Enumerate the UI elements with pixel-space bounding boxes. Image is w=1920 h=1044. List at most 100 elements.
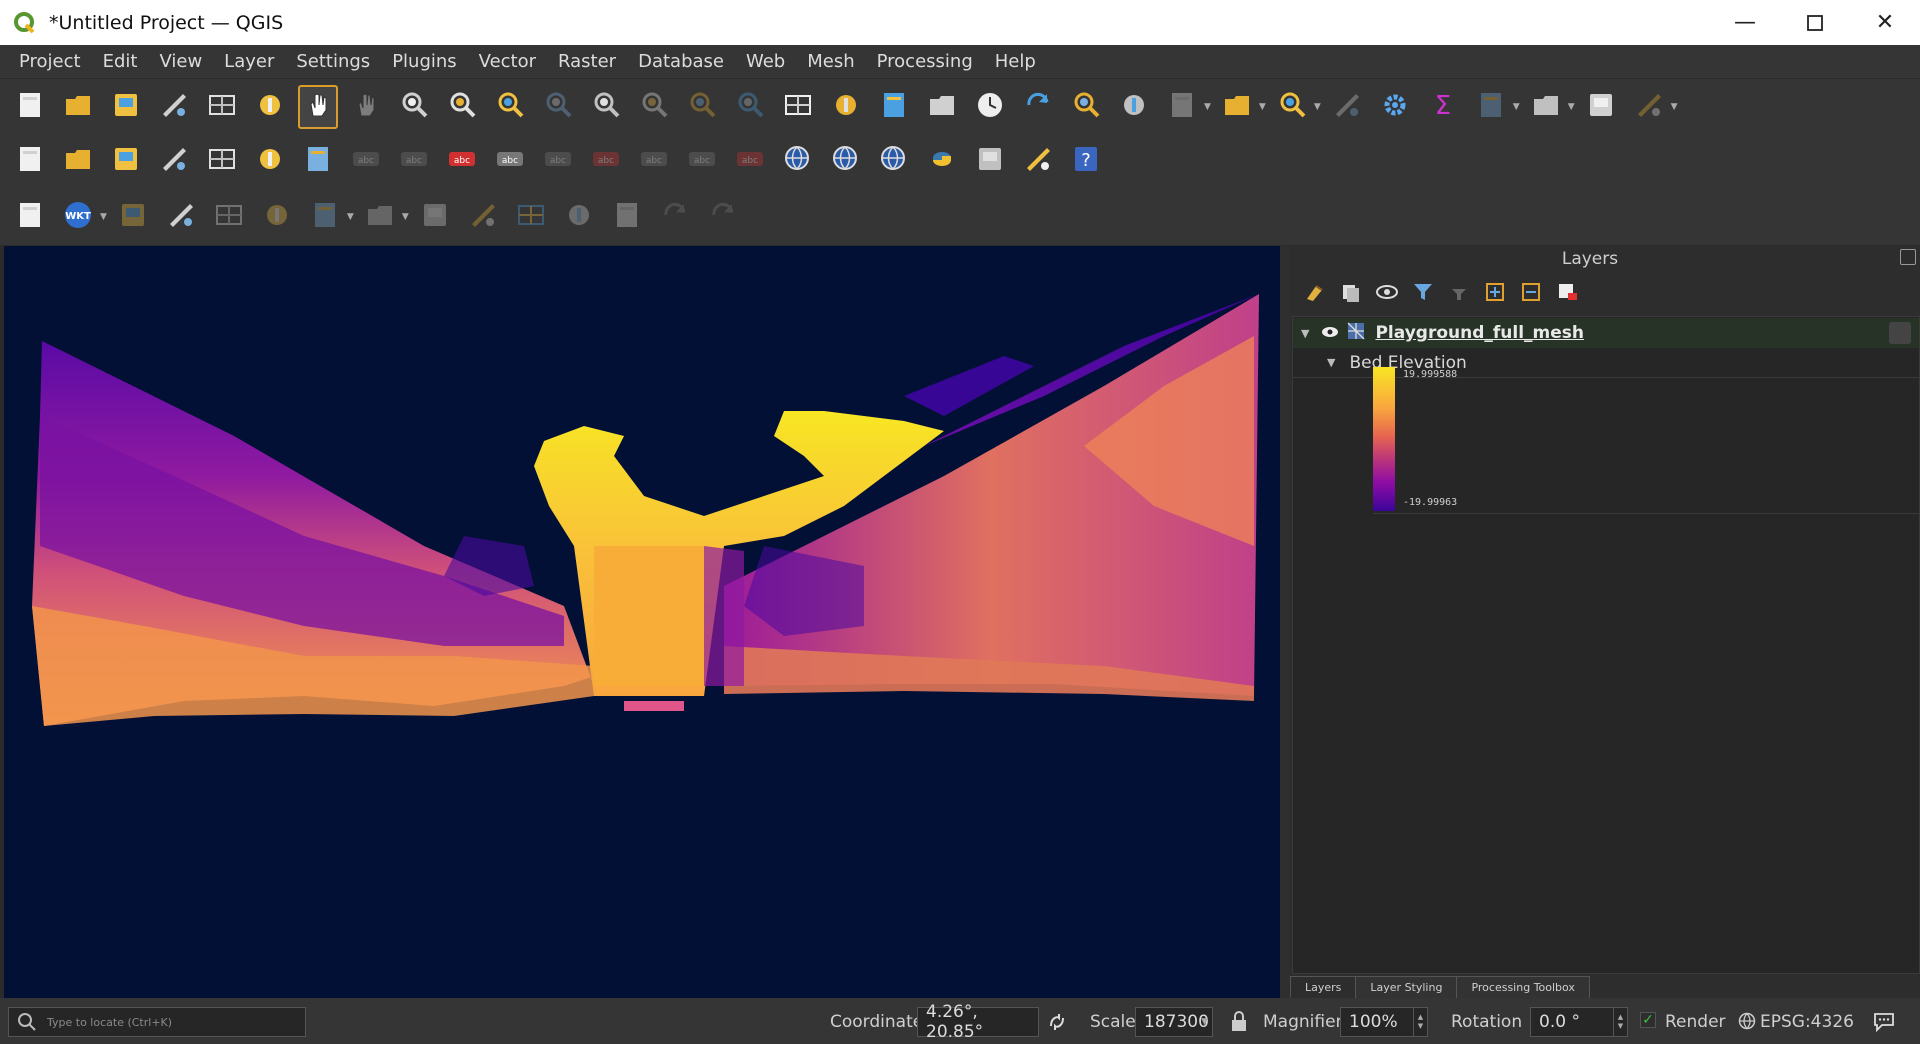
label-rotate-button[interactable]: abc [586,139,626,183]
crs-button[interactable]: EPSG:4326 [1760,1007,1854,1037]
dropdown-caret-icon[interactable]: ▼ [402,212,409,222]
label-highlight-button[interactable]: abc [442,139,482,183]
menu-plugins[interactable]: Plugins [381,45,467,79]
filter-expression-icon[interactable] [1444,277,1474,307]
lock-scale-icon[interactable] [1230,1010,1248,1037]
menu-view[interactable]: View [148,45,213,79]
minimize-button[interactable]: — [1710,0,1780,45]
dropdown-caret-icon[interactable]: ▼ [1204,102,1211,112]
deselect-all-button[interactable] [1162,85,1202,129]
render-checkbox[interactable]: ✓ [1640,1012,1656,1028]
add-vertices-button[interactable] [305,195,345,239]
save-edits-button[interactable] [209,195,249,239]
tab-layer-styling[interactable]: Layer Styling [1355,976,1458,998]
zoom-in-button[interactable] [394,85,434,129]
copy-features-button[interactable] [559,195,599,239]
menu-raster[interactable]: Raster [547,45,627,79]
locator-input[interactable]: Type to locate (Ctrl+K) [8,1007,306,1037]
wms-button[interactable] [778,139,818,183]
style-manager-button[interactable] [250,85,290,129]
remove-layer-icon[interactable] [1552,277,1582,307]
map-tips-button[interactable] [1581,85,1621,129]
new-project-button[interactable] [10,85,50,129]
sum-button[interactable]: Σ [1423,85,1463,129]
wkt-button[interactable] [1018,139,1058,183]
menu-layer[interactable]: Layer [213,45,285,79]
edit-pencil-button[interactable] [113,195,153,239]
settings-gear-button[interactable] [1375,85,1415,129]
label-red-button[interactable]: abc [490,139,530,183]
pan-button[interactable] [298,85,338,129]
zoom-out-button[interactable] [442,85,482,129]
manage-visibility-icon[interactable] [1372,277,1402,307]
paste-features-button[interactable] [607,195,647,239]
collapse-arrow-icon[interactable]: ▼ [1327,356,1335,369]
scale-combo[interactable]: 187300 ▼ [1135,1007,1213,1037]
add-point-button[interactable] [106,139,146,183]
zoom-last-button[interactable] [682,85,722,129]
dropdown-caret-icon[interactable]: ▼ [100,212,107,222]
add-grid-button[interactable] [250,139,290,183]
close-window-button[interactable]: ✕ [1850,0,1920,45]
dropdown-caret-icon[interactable]: ▼ [1671,102,1678,112]
maximize-button[interactable] [1780,0,1850,45]
zoom-next-button[interactable] [730,85,770,129]
map-canvas[interactable] [4,246,1280,998]
digitize-button[interactable] [154,139,194,183]
float-panel-icon[interactable] [1900,249,1916,265]
show-bookmarks-button[interactable] [922,85,962,129]
tab-processing-toolbox[interactable]: Processing Toolbox [1456,976,1590,998]
collapse-all-icon[interactable] [1516,277,1546,307]
identify-button[interactable] [1272,85,1312,129]
new-3d-view-button[interactable] [874,85,914,129]
dropdown-caret-icon[interactable]: ▼ [1513,102,1520,112]
redo-button[interactable] [703,195,743,239]
label-abc-button[interactable]: abc [730,139,770,183]
coordinate-field[interactable]: 4.26°, 20.85° [917,1002,1039,1042]
identify-feature-button[interactable] [1066,85,1106,129]
menu-vector[interactable]: Vector [468,45,547,79]
select-by-location-button[interactable] [1217,85,1257,129]
help-button[interactable]: ? [1066,139,1106,183]
open-project-button[interactable] [58,85,98,129]
layer-stack-button[interactable] [970,139,1010,183]
magnifier-spinbox[interactable]: 100% ▲ ▼ [1340,1007,1428,1037]
visibility-eye-icon[interactable] [1321,323,1339,343]
text-annotation-button[interactable] [10,195,50,239]
vertex-tool-button[interactable] [360,195,400,239]
digitize-line-button[interactable] [257,195,297,239]
temporal-controller-button[interactable] [970,85,1010,129]
zoom-native-button[interactable] [634,85,674,129]
menu-web[interactable]: Web [735,45,796,79]
menu-edit[interactable]: Edit [92,45,149,79]
add-vector-layer-button[interactable] [10,139,50,183]
zoom-full-button[interactable] [490,85,530,129]
label-tool-button[interactable]: abc [346,139,386,183]
cut-features-button[interactable] [511,195,551,239]
label-show-button[interactable]: abc [682,139,722,183]
new-map-view-button[interactable] [826,85,866,129]
dropdown-caret-icon[interactable]: ▼ [1568,102,1575,112]
layer-indicator-icon[interactable] [1889,322,1911,344]
print-layout-button[interactable] [202,85,242,129]
attribute-table-button[interactable] [1471,85,1511,129]
label-pin-button[interactable]: abc [394,139,434,183]
measure-button[interactable] [1526,85,1566,129]
save-project-button[interactable] [106,85,146,129]
layer-name[interactable]: Playground_full_mesh [1375,323,1584,343]
expand-all-icon[interactable] [1480,277,1510,307]
zoom-to-layer-button[interactable] [586,85,626,129]
modify-attributes-button[interactable] [415,195,455,239]
collapse-arrow-icon[interactable]: ▼ [1301,327,1309,340]
filter-legend-icon[interactable] [1408,277,1438,307]
new-bookmark-button[interactable] [778,85,818,129]
messages-icon[interactable] [1872,1010,1896,1037]
spin-arrows-icon[interactable]: ▲ ▼ [1613,1008,1627,1036]
spin-arrows-icon[interactable]: ▲ ▼ [1413,1008,1427,1036]
wfs-button[interactable] [826,139,866,183]
tab-layers[interactable]: Layers [1290,976,1357,998]
statistics-grid-button[interactable] [1327,85,1367,129]
add-mesh-button[interactable] [298,139,338,183]
menu-help[interactable]: Help [984,45,1047,79]
web-globe-button[interactable] [874,139,914,183]
